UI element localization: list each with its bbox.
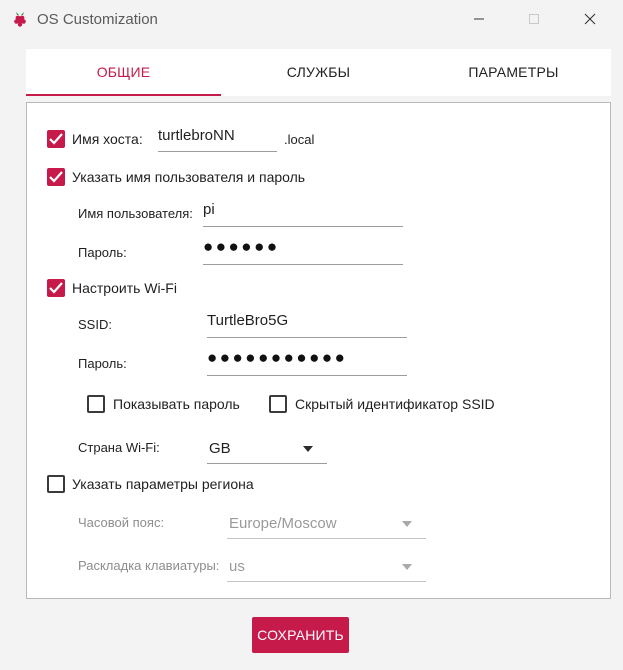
- timezone-label: Часовой пояс:: [78, 515, 165, 530]
- hostname-suffix: .local: [284, 132, 315, 147]
- maximize-icon[interactable]: [522, 8, 546, 30]
- dropdown-arrow-icon: [402, 521, 412, 527]
- keyboard-layout-select[interactable]: us: [227, 551, 426, 582]
- ssid-input[interactable]: TurtleBro5G: [207, 307, 407, 338]
- timezone-value: Europe/Moscow: [229, 515, 337, 532]
- window-title: OS Customization: [37, 11, 158, 28]
- tab-options[interactable]: ПАРАМЕТРЫ: [416, 49, 611, 94]
- dropdown-arrow-icon: [303, 446, 313, 452]
- hostname-value: turtlebroNN: [158, 127, 235, 144]
- hidden-ssid-checkbox[interactable]: [269, 395, 287, 413]
- keyboard-layout-value: us: [229, 558, 245, 575]
- wifi-password-value: ●●●●●●●●●●●: [207, 348, 348, 367]
- locale-checkbox[interactable]: [47, 475, 65, 493]
- show-password-checkbox[interactable]: [87, 395, 105, 413]
- ssid-label: SSID:: [78, 317, 112, 332]
- locale-label: Указать параметры региона: [72, 476, 254, 492]
- hostname-label: Имя хоста:: [72, 131, 143, 147]
- close-icon[interactable]: [578, 8, 602, 30]
- wifi-password-input[interactable]: ●●●●●●●●●●●: [207, 345, 407, 376]
- wifi-checkbox[interactable]: [47, 279, 65, 297]
- show-password-label: Показывать пароль: [113, 396, 240, 412]
- user-password-value: ●●●●●●: [203, 237, 280, 256]
- username-label: Имя пользователя:: [78, 206, 193, 221]
- username-value: pi: [203, 201, 215, 218]
- wifi-label: Настроить Wi-Fi: [72, 280, 177, 296]
- title-bar: OS Customization: [0, 0, 623, 40]
- save-button[interactable]: СОХРАНИТЬ: [252, 617, 349, 653]
- ssid-value: TurtleBro5G: [207, 312, 289, 329]
- username-input[interactable]: pi: [203, 196, 403, 227]
- checkmark-icon: [49, 282, 63, 294]
- wifi-country-label: Страна Wi-Fi:: [78, 440, 160, 455]
- set-user-checkbox[interactable]: [47, 168, 65, 186]
- hostname-checkbox[interactable]: [47, 130, 65, 148]
- tab-general[interactable]: ОБЩИЕ: [26, 49, 221, 96]
- wifi-country-select[interactable]: GB: [207, 433, 327, 464]
- tab-bar: ОБЩИЕ СЛУЖБЫ ПАРАМЕТРЫ: [26, 49, 611, 96]
- timezone-select[interactable]: Europe/Moscow: [227, 508, 426, 539]
- user-password-input[interactable]: ●●●●●●: [203, 234, 403, 265]
- user-password-label: Пароль:: [78, 245, 127, 260]
- general-settings-panel: Имя хоста: turtlebroNN .local Указать им…: [26, 102, 611, 599]
- hidden-ssid-label: Скрытый идентификатор SSID: [295, 396, 495, 412]
- hostname-input[interactable]: turtlebroNN: [158, 121, 277, 152]
- wifi-country-value: GB: [209, 440, 231, 457]
- set-user-label: Указать имя пользователя и пароль: [72, 169, 306, 185]
- checkmark-icon: [49, 171, 63, 183]
- tab-services[interactable]: СЛУЖБЫ: [221, 49, 416, 94]
- minimize-icon[interactable]: [467, 8, 491, 30]
- checkmark-icon: [49, 133, 63, 145]
- dropdown-arrow-icon: [402, 564, 412, 570]
- wifi-password-label: Пароль:: [78, 356, 127, 371]
- keyboard-layout-label: Раскладка клавиатуры:: [78, 558, 220, 573]
- raspberry-pi-logo-icon: [14, 12, 26, 27]
